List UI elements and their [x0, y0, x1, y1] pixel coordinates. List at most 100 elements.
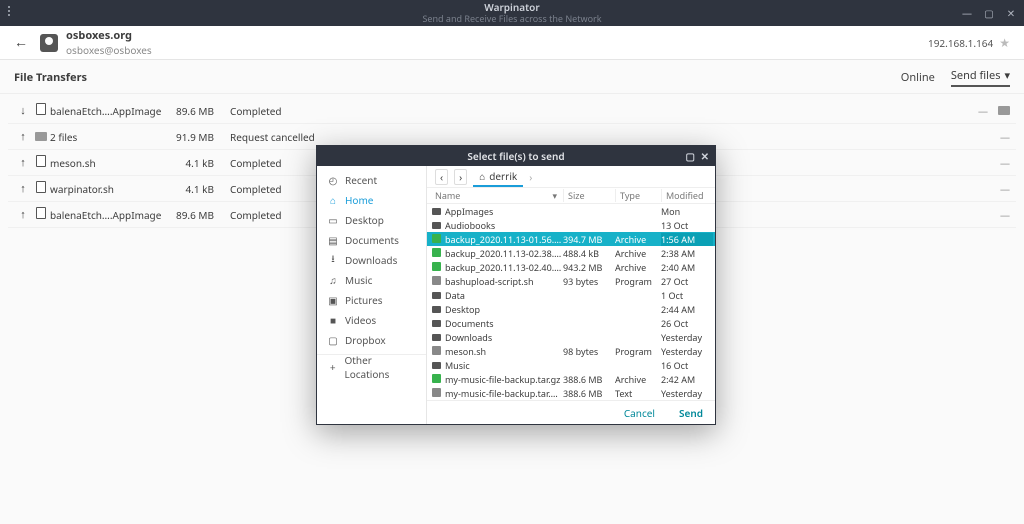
sidebar-item-music[interactable]: ♫Music — [317, 270, 426, 290]
cancel-button[interactable]: Cancel — [624, 406, 655, 420]
recent-icon: ◴ — [327, 173, 339, 187]
file-row[interactable]: Data 1 Oct — [427, 288, 715, 302]
favorite-star-icon[interactable]: ★ — [999, 34, 1010, 51]
pathbar-forward-button[interactable]: › — [454, 169, 467, 185]
file-type-icon — [429, 233, 443, 246]
file-type: Archive — [615, 233, 661, 246]
file-row[interactable]: AppImagesMon — [427, 204, 715, 218]
file-picker-dialog: Select file(s) to send ▢ ✕ ◴Recent⌂Home▭… — [316, 145, 716, 425]
transfer-name: warpinator.sh — [50, 182, 170, 196]
file-icon — [32, 130, 50, 144]
file-type: Text — [615, 387, 661, 400]
dialog-file-list[interactable]: AppImagesMonAudiobooks13 Octbackup_2020.… — [427, 204, 715, 400]
col-type[interactable]: Type — [615, 189, 661, 202]
file-name: my-music-file-backup.tar.gz — [443, 373, 563, 386]
file-name: Music — [443, 359, 563, 372]
sidebar-item-recent[interactable]: ◴ Recent — [317, 170, 426, 190]
file-type: Archive — [615, 247, 661, 260]
file-row[interactable]: backup_2020.11.13-02.38.58_1.tar488.4 kB… — [427, 246, 715, 260]
file-size: 943.2 MB — [563, 261, 615, 274]
file-name: Data — [443, 289, 563, 302]
file-row[interactable]: my-music-file-backup.tar.gz388.6 MBArchi… — [427, 372, 715, 386]
sidebar-item-label: Music — [345, 273, 372, 287]
file-size: 98 bytes — [563, 345, 615, 358]
file-row[interactable]: DownloadsYesterday — [427, 330, 715, 344]
pathbar-crumb-label: derrik — [489, 169, 517, 183]
file-modified: 1 Oct — [661, 289, 713, 302]
sidebar-item-label: Recent — [345, 173, 377, 187]
file-type: Archive — [615, 373, 661, 386]
file-name: meson.sh — [443, 345, 563, 358]
file-row[interactable]: meson.sh98 bytesProgramYesterday — [427, 344, 715, 358]
file-type-icon — [429, 387, 443, 400]
file-row[interactable]: my-music-file-backup.tar.gz.gpg388.6 MBT… — [427, 386, 715, 400]
sidebar-item-label: Documents — [345, 233, 399, 247]
sidebar-item-home[interactable]: ⌂Home — [317, 190, 426, 210]
file-type-icon — [429, 247, 443, 260]
dialog-columns-header: Name ▾ Size Type Modified — [427, 188, 715, 204]
send-button[interactable]: Send — [679, 406, 703, 420]
remove-transfer-icon[interactable]: — — [1000, 182, 1010, 196]
sidebar-item-desktop[interactable]: ▭ Desktop — [317, 210, 426, 230]
file-type-icon — [429, 373, 443, 386]
dropbox-icon: ▢ — [327, 333, 339, 347]
file-modified: Mon — [661, 205, 713, 218]
sidebar-item-documents[interactable]: ▤ Documents — [317, 230, 426, 250]
sidebar-item-videos[interactable]: ■Videos — [317, 310, 426, 330]
file-modified: 13 Oct — [661, 219, 713, 232]
remove-transfer-icon[interactable]: — — [1000, 208, 1010, 222]
sidebar-item-downloads[interactable]: ⭳Downloads — [317, 250, 426, 270]
direction-icon: ↑ — [14, 207, 32, 222]
file-row[interactable]: backup_2020.11.13-01.56.14_1.tar394.7 MB… — [427, 232, 715, 246]
transfer-name: balenaEtch….AppImage — [50, 208, 170, 222]
file-name: Downloads — [443, 331, 563, 344]
app-menu-icon[interactable] — [6, 4, 12, 18]
transfer-name: 2 files — [50, 130, 170, 144]
sidebar-item-dropbox[interactable]: ▢Dropbox — [317, 330, 426, 350]
documents-icon: ▤ — [327, 233, 339, 247]
col-name[interactable]: Name ▾ — [429, 189, 563, 202]
transfer-size: 89.6 MB — [170, 104, 230, 118]
pathbar-back-button[interactable]: ‹ — [435, 169, 448, 185]
file-icon — [32, 207, 50, 222]
close-icon[interactable]: ✕ — [1004, 6, 1018, 20]
dialog-close-icon[interactable]: ✕ — [701, 149, 709, 163]
file-row[interactable]: Audiobooks13 Oct — [427, 218, 715, 232]
file-icon — [32, 181, 50, 196]
sidebar-item-label: Videos — [345, 313, 376, 327]
file-type-icon — [429, 359, 443, 372]
file-row[interactable]: backup_2020.11.13-02.40.35_1.tar943.2 MB… — [427, 260, 715, 274]
transfer-size: 4.1 kB — [170, 156, 230, 170]
open-folder-icon[interactable] — [998, 104, 1010, 118]
sidebar-item-other-locations[interactable]: +Other Locations — [317, 354, 426, 374]
back-icon[interactable]: ← — [14, 33, 28, 52]
pathbar-crumb-home[interactable]: ⌂ derrik — [473, 167, 523, 187]
file-row[interactable]: bashupload-script.sh93 bytesProgram27 Oc… — [427, 274, 715, 288]
file-modified: 16 Oct — [661, 359, 713, 372]
avatar — [40, 34, 58, 52]
remove-transfer-icon[interactable]: — — [978, 104, 988, 118]
sidebar-item-pictures[interactable]: ▣Pictures — [317, 290, 426, 310]
minimize-icon[interactable]: — — [960, 6, 974, 20]
other-locations-icon: + — [327, 360, 338, 374]
file-row[interactable]: Desktop2:44 AM — [427, 302, 715, 316]
desktop-icon: ▭ — [327, 213, 339, 227]
col-size[interactable]: Size — [563, 189, 615, 202]
transfer-row[interactable]: ↓balenaEtch….AppImage89.6 MBCompleted— — [8, 98, 1016, 124]
file-name: Documents — [443, 317, 563, 330]
file-row[interactable]: Documents26 Oct — [427, 316, 715, 330]
downloads-icon: ⭳ — [327, 251, 339, 269]
file-row[interactable]: Music 16 Oct — [427, 358, 715, 372]
remove-transfer-icon[interactable]: — — [1000, 156, 1010, 170]
file-type-icon — [429, 261, 443, 274]
sidebar-item-label: Desktop — [345, 213, 384, 227]
maximize-icon[interactable]: ▢ — [982, 6, 996, 20]
pathbar-chevron-icon: › — [529, 170, 532, 184]
dialog-actions: Cancel Send — [427, 400, 715, 424]
col-modified[interactable]: Modified — [661, 189, 713, 202]
send-files-button[interactable]: Send files ▾ — [951, 68, 1010, 87]
transfer-size: 4.1 kB — [170, 182, 230, 196]
remove-transfer-icon[interactable]: — — [1000, 130, 1010, 144]
dialog-maximize-icon[interactable]: ▢ — [686, 149, 695, 163]
connection-status: Online — [901, 70, 935, 85]
